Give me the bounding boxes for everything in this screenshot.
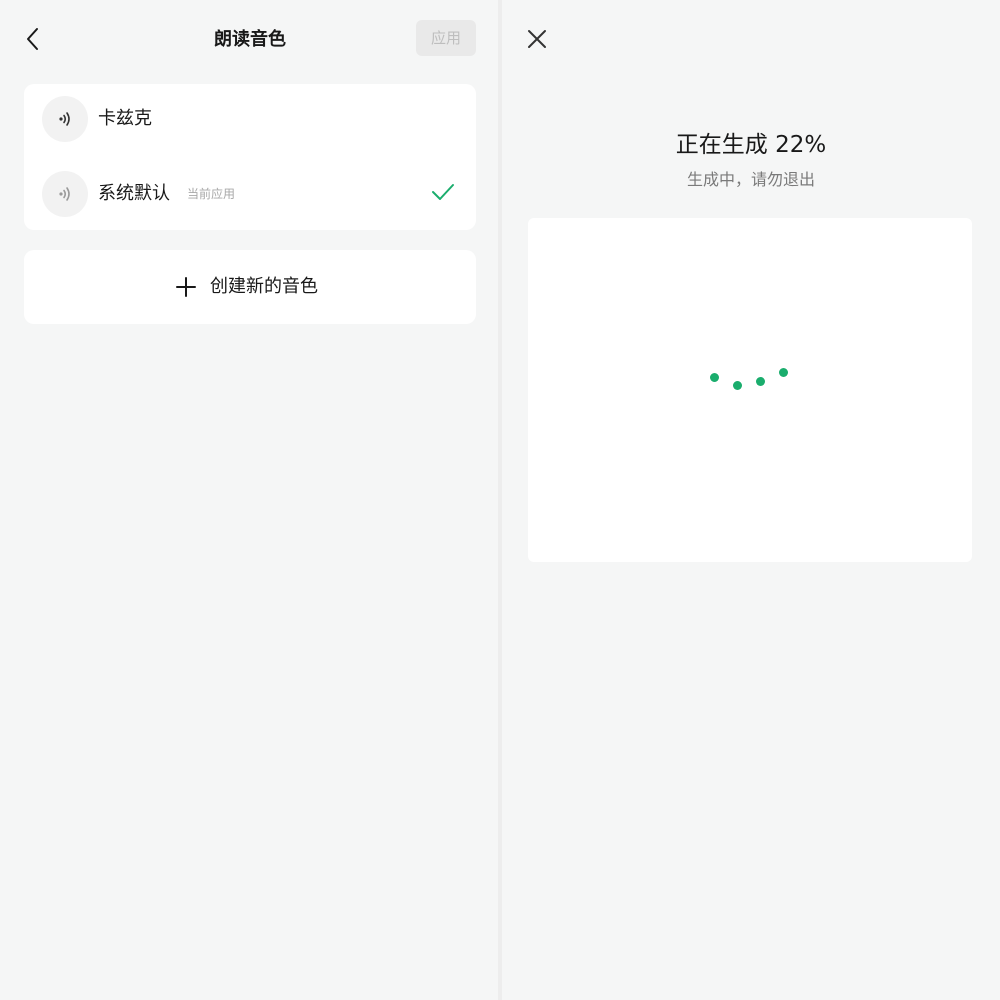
close-icon[interactable] (524, 26, 550, 52)
current-applied-tag: 当前应用 (187, 187, 236, 201)
plus-icon (176, 277, 196, 297)
check-icon (432, 184, 454, 200)
screen: 朗读音色 应用 卡兹克 系统默认 当前应用 创建新的音色 正在生成 22% 生成… (0, 0, 1000, 1000)
back-button[interactable] (18, 24, 46, 54)
generating-panel: 正在生成 22% 生成中，请勿退出 (502, 0, 1000, 1000)
create-voice-label: 创建新的音色 (210, 276, 318, 297)
loading-dot (710, 373, 719, 382)
create-voice-button[interactable]: 创建新的音色 (24, 250, 476, 324)
apply-button[interactable]: 应用 (416, 20, 476, 56)
voice-list: 卡兹克 系统默认 当前应用 (24, 84, 476, 230)
generating-title: 正在生成 22% (675, 132, 827, 158)
sound-wave-icon (59, 112, 70, 126)
voice-item-kazike[interactable]: 卡兹克 (24, 84, 476, 156)
voice-item-system-default[interactable]: 系统默认 当前应用 (24, 157, 476, 229)
voice-avatar (42, 171, 88, 217)
voice-name: 系统默认 (98, 183, 170, 204)
voice-name: 卡兹克 (98, 108, 152, 129)
page-title: 朗读音色 (214, 29, 286, 50)
voice-avatar (42, 96, 88, 142)
sound-wave-icon (59, 187, 70, 201)
loading-dot (733, 381, 742, 390)
loading-dot (756, 377, 765, 386)
chevron-left-icon (27, 28, 38, 50)
loading-dot (779, 368, 788, 377)
voice-settings-panel: 朗读音色 应用 卡兹克 系统默认 当前应用 创建新的音色 (0, 0, 498, 1000)
generating-subtitle: 生成中，请勿退出 (686, 170, 815, 189)
generating-preview (528, 218, 972, 562)
